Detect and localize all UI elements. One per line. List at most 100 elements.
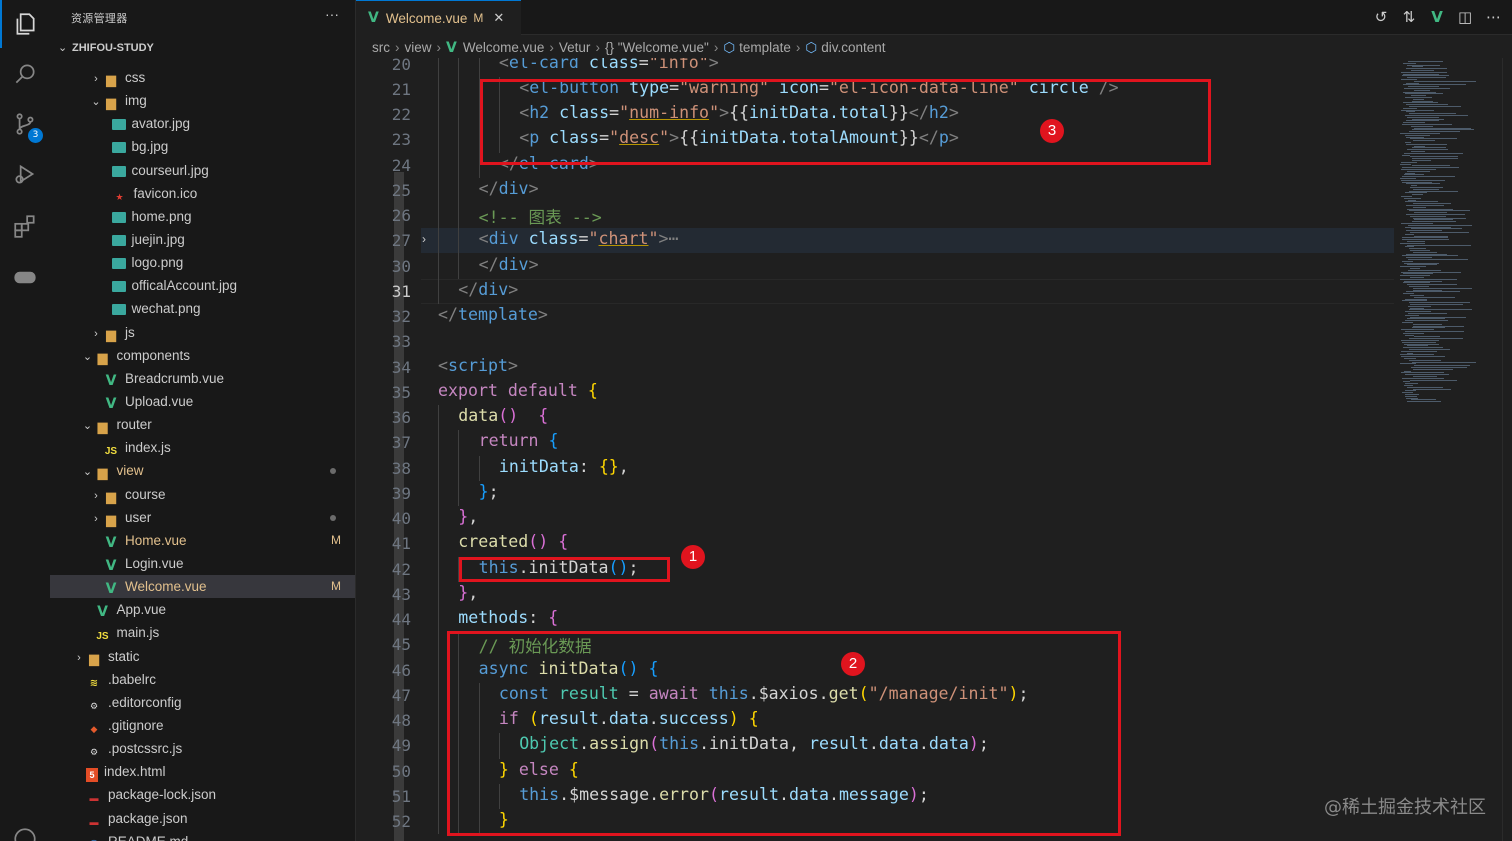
code-token: .: [598, 709, 609, 728]
split-editor-icon[interactable]: ◫: [1458, 8, 1472, 26]
search-icon[interactable]: [0, 50, 50, 98]
workspace-root[interactable]: ⌄ ZHIFOU-STUDY: [50, 38, 355, 58]
tree-item-readme-md[interactable]: ⓘ README.md: [50, 830, 355, 841]
more-icon[interactable]: ⋯: [1486, 8, 1501, 26]
code-line[interactable]: </div>: [479, 179, 539, 198]
tree-item-breadcrumb-vue[interactable]: V Breadcrumb.vue: [50, 367, 355, 390]
code-line[interactable]: } else {: [499, 760, 579, 779]
code-line[interactable]: <!-- 图表 -->: [479, 204, 602, 228]
code-line[interactable]: </div>: [479, 255, 539, 274]
tree-item-babelrc[interactable]: ≋ .babelrc: [50, 668, 355, 691]
tree-item-img[interactable]: ⌄ ▆ img: [50, 89, 355, 112]
code-line[interactable]: </template>: [438, 305, 548, 324]
code-line[interactable]: }: [499, 810, 509, 829]
code-line[interactable]: </div>: [458, 280, 518, 299]
code-line[interactable]: if (result.data.success) {: [499, 709, 759, 728]
extensions-icon[interactable]: [0, 202, 50, 250]
tree-item-avator-jpg[interactable]: avator.jpg: [50, 112, 355, 135]
code-line[interactable]: },: [458, 583, 478, 602]
line-number: 48: [391, 711, 411, 730]
tree-item-js[interactable]: › ▆ js: [50, 321, 355, 344]
activity-bar: 3: [0, 0, 50, 841]
breadcrumb-item[interactable]: Vetur: [559, 40, 591, 55]
code-line[interactable]: methods: {: [458, 608, 558, 627]
tree-item-home-png[interactable]: home.png: [50, 205, 355, 228]
tree-item-postcssrc-js[interactable]: ⚙ .postcssrc.js: [50, 737, 355, 760]
code-line[interactable]: <el-button type="warning" icon="el-icon-…: [519, 78, 1119, 97]
tree-item-package-lock-json[interactable]: ▬ package-lock.json: [50, 783, 355, 806]
tree-item-index-js[interactable]: JS index.js: [50, 436, 355, 459]
breadcrumb-item[interactable]: template: [739, 40, 791, 55]
tree-item-gitignore[interactable]: ◆ .gitignore: [50, 714, 355, 737]
tree-item-main-js[interactable]: JS main.js: [50, 621, 355, 644]
run-debug-icon[interactable]: [0, 150, 50, 198]
code-line[interactable]: <div class="chart">⋯: [479, 229, 679, 248]
code-line[interactable]: // 初始化数据: [479, 633, 592, 657]
vue-icon[interactable]: V: [1430, 8, 1444, 26]
code-line[interactable]: <p class="desc">{{initData.totalAmount}}…: [519, 128, 959, 147]
code-line[interactable]: <script>: [438, 356, 518, 375]
history-icon[interactable]: ↺: [1374, 8, 1388, 26]
code-line[interactable]: <el-card class="info">: [499, 58, 719, 72]
tree-item-user[interactable]: › ▆ user: [50, 506, 355, 529]
code-line[interactable]: Object.assign(this.initData, result.data…: [519, 734, 989, 753]
account-icon[interactable]: [0, 815, 50, 841]
indent-guide: [438, 58, 439, 77]
code-editor[interactable]: 20 <el-card class="info"> 21 <el-button typ…: [356, 58, 1394, 841]
js-file-icon: JS: [104, 446, 118, 458]
code-line[interactable]: data() {: [458, 406, 548, 425]
code-line[interactable]: this.$message.error(result.data.message)…: [519, 785, 929, 804]
tree-item-welcome-vue[interactable]: V Welcome.vue M: [50, 575, 355, 599]
symbol-icon: ⬡: [723, 40, 736, 55]
tree-item-upload-vue[interactable]: V Upload.vue: [50, 390, 355, 413]
tree-item-css[interactable]: › ▆ css: [50, 66, 355, 89]
code-line[interactable]: async initData() {: [479, 659, 659, 678]
tree-item-components[interactable]: ⌄ ▆ components: [50, 344, 355, 367]
image-file-icon: [111, 281, 126, 293]
tree-item-app-vue[interactable]: V App.vue: [50, 598, 355, 621]
tree-item-courseurl-jpg[interactable]: courseurl.jpg: [50, 159, 355, 182]
tree-item-wechat-png[interactable]: wechat.png: [50, 297, 355, 320]
tree-item-login-vue[interactable]: V Login.vue: [50, 552, 355, 575]
tree-item-package-json[interactable]: ▬ package.json: [50, 807, 355, 830]
fold-chevron-icon[interactable]: ›: [422, 232, 426, 246]
indent-guide: [438, 430, 439, 456]
code-line[interactable]: export default {: [438, 381, 598, 400]
code-line[interactable]: created() {: [458, 532, 568, 551]
tree-item-router[interactable]: ⌄ ▆ router: [50, 413, 355, 436]
minimap[interactable]: [1394, 58, 1502, 841]
tree-item-favicon-ico[interactable]: ★ favicon.ico: [50, 182, 355, 205]
code-line[interactable]: const result = await this.$axios.get("/m…: [499, 684, 1029, 703]
editor-scrollbar[interactable]: [1502, 58, 1512, 841]
close-icon[interactable]: ✕: [493, 10, 504, 26]
tree-item-static[interactable]: › ▆ static: [50, 645, 355, 668]
compare-icon[interactable]: ⇅: [1402, 8, 1416, 26]
tree-item-bg-jpg[interactable]: bg.jpg: [50, 135, 355, 158]
code-line[interactable]: </el-card>: [499, 154, 599, 173]
code-line[interactable]: },: [458, 507, 478, 526]
code-line[interactable]: this.initData();: [479, 558, 639, 577]
breadcrumb-item[interactable]: src: [372, 40, 390, 55]
code-line[interactable]: <h2 class="num-info">{{initData.total}}<…: [519, 103, 959, 122]
gamepad-icon[interactable]: [0, 253, 50, 301]
code-line[interactable]: return {: [479, 431, 559, 450]
breadcrumb-item[interactable]: Welcome.vue: [463, 40, 545, 55]
more-actions-icon[interactable]: ···: [325, 6, 339, 22]
tree-item-view[interactable]: ⌄ ▆ view: [50, 459, 355, 482]
indent-guide: [458, 455, 460, 481]
breadcrumb-item[interactable]: view: [405, 40, 432, 55]
tab-welcome-vue[interactable]: V Welcome.vue M ✕: [356, 0, 521, 35]
explorer-icon[interactable]: [0, 0, 50, 48]
tree-item-course[interactable]: › ▆ course: [50, 483, 355, 506]
source-control-icon[interactable]: 3: [0, 100, 50, 148]
tree-item-index-html[interactable]: 5 index.html: [50, 760, 355, 783]
tree-item-officalaccount-jpg[interactable]: officalAccount.jpg: [50, 274, 355, 297]
tree-item-logo-png[interactable]: logo.png: [50, 251, 355, 274]
code-line[interactable]: };: [479, 482, 499, 501]
code-line[interactable]: initData: {},: [499, 457, 629, 476]
breadcrumb-item[interactable]: {} "Welcome.vue": [605, 40, 709, 55]
breadcrumb-item[interactable]: div.content: [821, 40, 885, 55]
tree-item-editorconfig[interactable]: ⚙ .editorconfig: [50, 691, 355, 714]
tree-item-home-vue[interactable]: V Home.vue M: [50, 529, 355, 552]
tree-item-juejin-jpg[interactable]: juejin.jpg: [50, 228, 355, 251]
